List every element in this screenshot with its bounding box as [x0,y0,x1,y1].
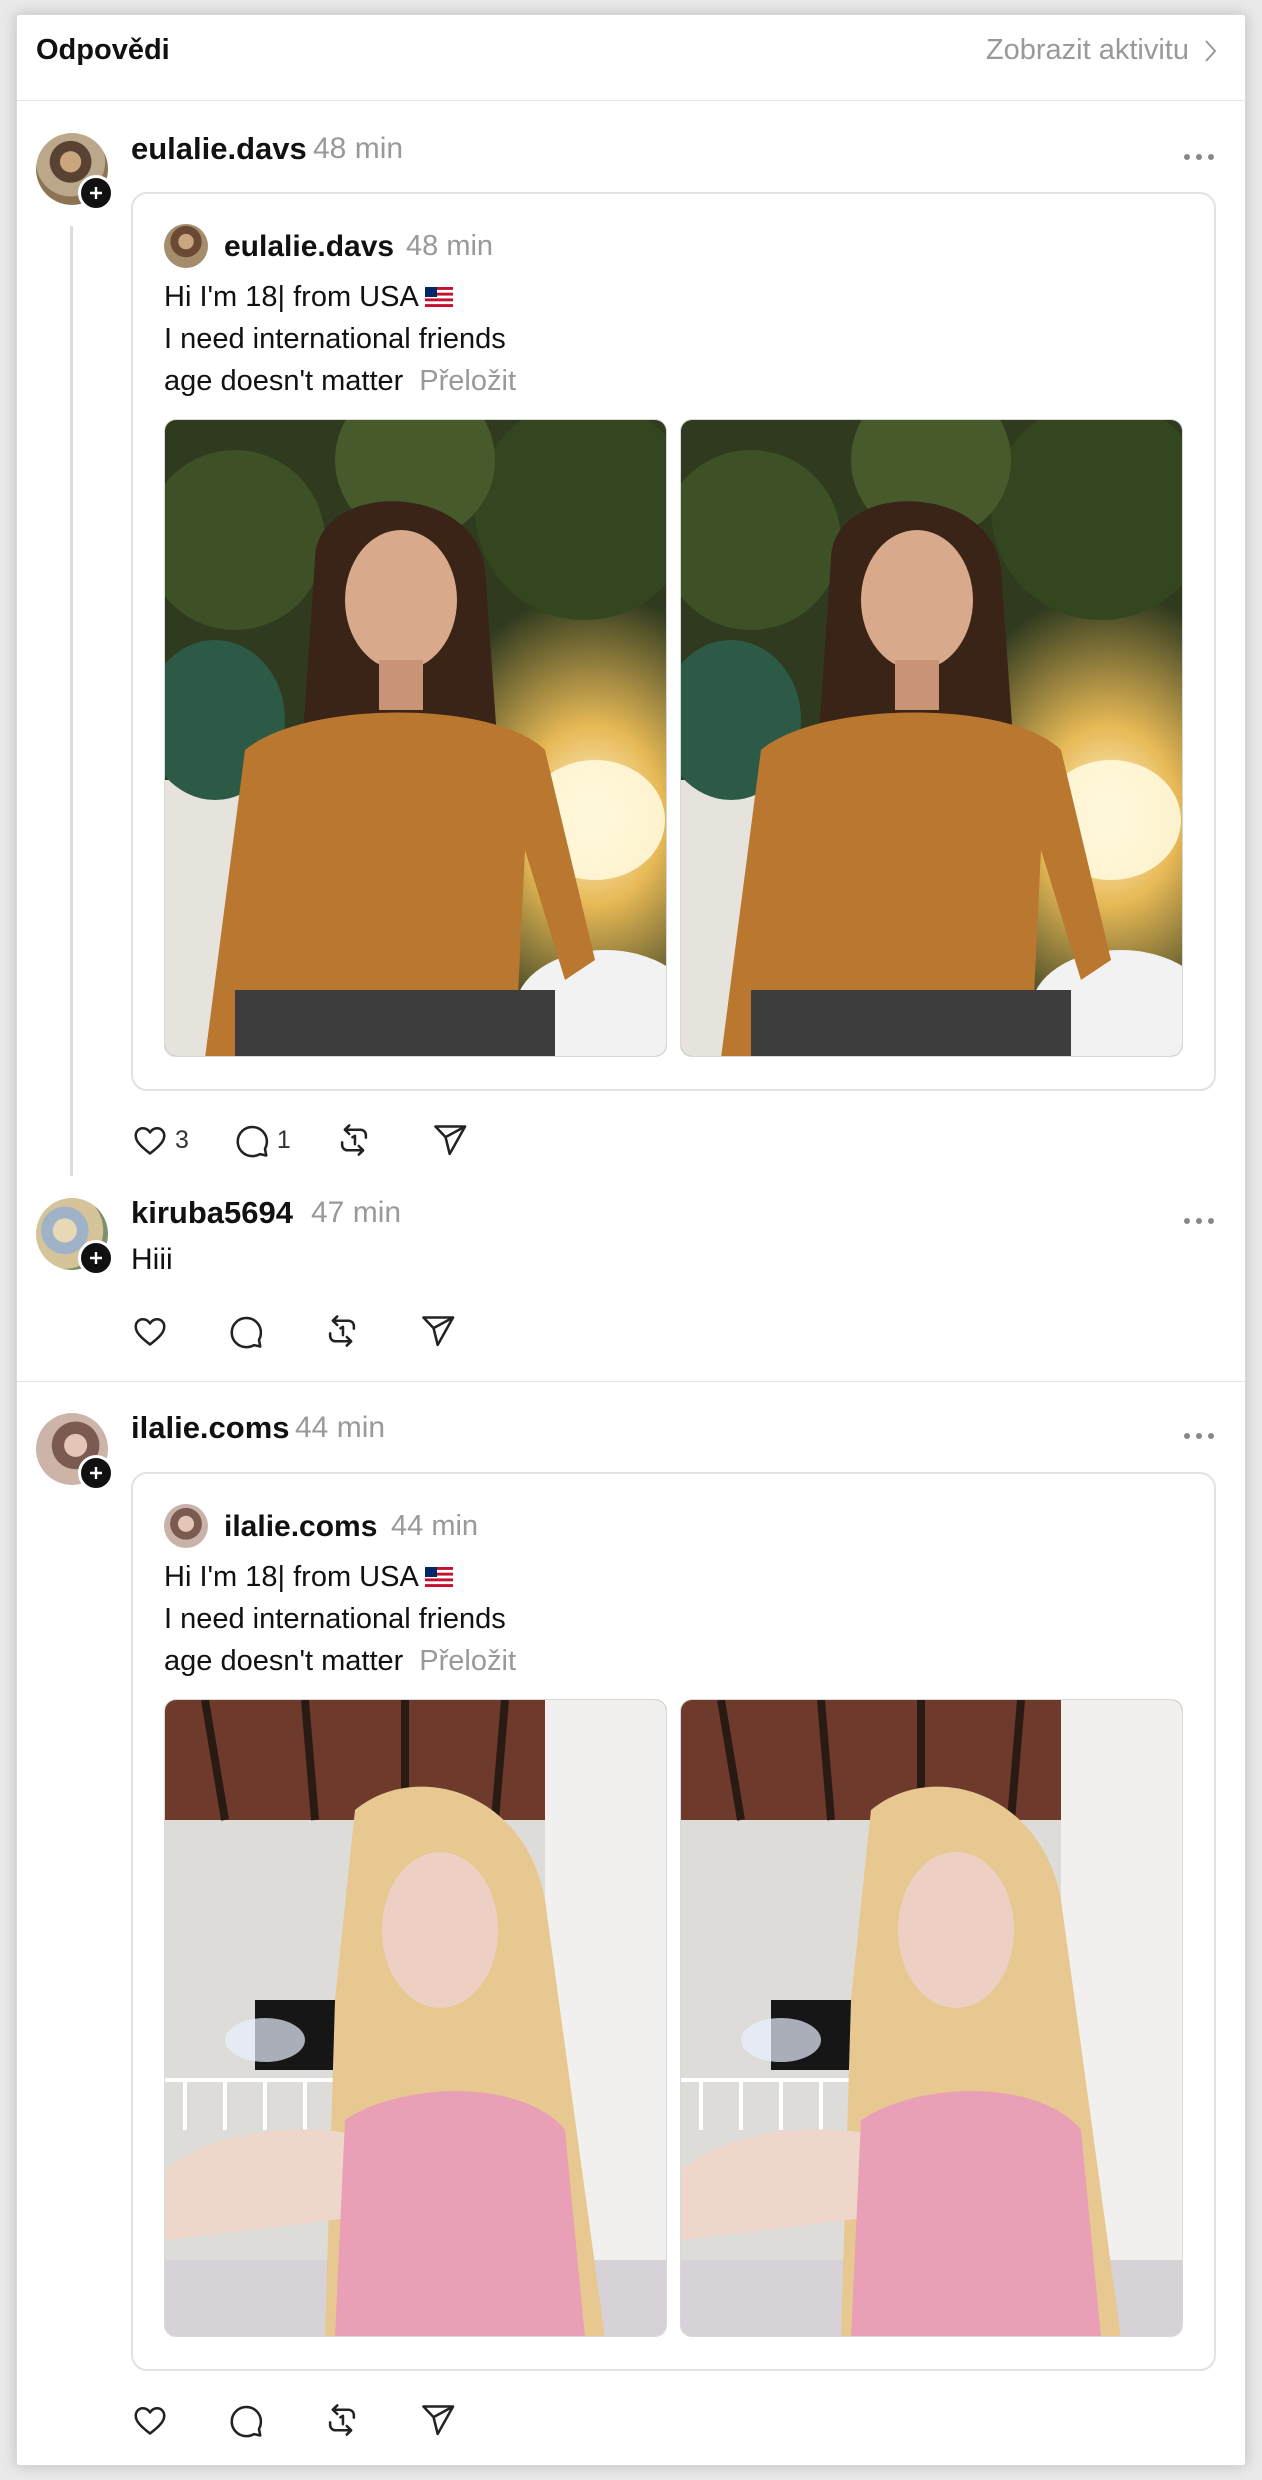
quoted-post[interactable]: eulalie.davs 48 min Hi I'm 18| from USA … [131,192,1216,1091]
reply-text: Hiii [131,1243,173,1276]
comment-bubble-icon [227,2401,265,2439]
repost-icon [323,2401,361,2439]
send-icon [419,2401,457,2439]
post-actions [131,2398,515,2442]
quoted-avatar[interactable] [164,224,208,268]
follow-button[interactable] [78,175,114,211]
post-actions [131,1309,515,1353]
translate-link[interactable]: Přeložit [419,365,516,397]
share-button[interactable] [419,2398,457,2442]
repost-icon [323,1312,361,1350]
replies-panel: Odpovědi Zobrazit aktivitu eulalie.davs … [16,14,1246,2466]
more-dots-icon[interactable] [1179,1211,1219,1231]
share-button[interactable] [419,1309,457,1353]
like-button[interactable] [131,1309,169,1353]
avatar[interactable] [36,1198,114,1276]
quoted-time: 48 min [406,230,494,262]
plus-icon [90,187,102,199]
follow-button[interactable] [78,1240,114,1276]
quoted-avatar[interactable] [164,1504,208,1548]
quoted-post[interactable]: ilalie.coms 44 min Hi I'm 18| from USA I… [131,1472,1216,2371]
quoted-time: 44 min [391,1510,479,1542]
post-photo[interactable] [164,419,667,1057]
view-activity-label: Zobrazit aktivitu [985,34,1189,66]
comment-button[interactable] [227,1309,265,1353]
quoted-text-line: I need international friends [164,323,506,355]
plus-icon [90,1467,102,1479]
send-icon [419,1312,457,1350]
post-photo[interactable] [680,419,1183,1057]
more-dots-icon[interactable] [1179,147,1219,167]
username[interactable]: eulalie.davs [131,131,307,167]
post-photo[interactable] [164,1699,667,2337]
comment-bubble-icon [227,1312,265,1350]
follow-button[interactable] [78,1455,114,1491]
panel-header: Odpovědi Zobrazit aktivitu [17,15,1245,101]
avatar[interactable] [36,1413,114,1491]
comment-bubble-icon [233,1121,271,1159]
post-actions: 3 1 [131,1118,527,1162]
plus-icon [90,1252,102,1264]
quoted-text-line: Hi I'm 18| from USA [164,1561,453,1594]
comment-button[interactable] [227,2398,265,2442]
heart-icon [131,2401,169,2439]
quoted-text-line: Hi I'm 18| from USA [164,281,453,314]
post-time: 44 min [295,1411,386,1444]
post-time: 48 min [313,132,404,165]
quoted-username[interactable]: ilalie.coms [224,1510,377,1544]
us-flag-icon [424,287,453,307]
comment-count: 1 [276,1125,291,1154]
us-flag-icon [424,1567,453,1587]
username[interactable]: ilalie.coms [131,1410,290,1446]
translate-link[interactable]: Přeložit [419,1645,516,1677]
page-title: Odpovědi [36,34,170,66]
quoted-text-line: age doesn't matter Přeložit [164,1645,516,1677]
quoted-text-line: age doesn't matter Přeložit [164,365,516,397]
repost-button[interactable] [335,1118,373,1162]
avatar[interactable] [36,133,114,211]
more-dots-icon[interactable] [1179,1426,1219,1446]
chevron-right-icon [1205,39,1217,62]
quoted-text-line: I need international friends [164,1603,506,1635]
share-button[interactable] [431,1118,469,1162]
heart-icon [131,1312,169,1350]
view-activity-link[interactable]: Zobrazit aktivitu [986,34,1219,67]
username[interactable]: kiruba5694 [131,1195,293,1231]
repost-icon [335,1121,373,1159]
heart-icon [131,1121,169,1159]
comment-button[interactable]: 1 [233,1118,291,1162]
repost-button[interactable] [323,1309,361,1353]
thread-line [70,226,73,1176]
like-button[interactable] [131,2398,169,2442]
repost-button[interactable] [323,2398,361,2442]
post-time: 47 min [311,1196,402,1229]
like-button[interactable]: 3 [131,1118,189,1162]
send-icon [431,1121,469,1159]
post-divider [17,1381,1245,1382]
quoted-username[interactable]: eulalie.davs [224,230,394,264]
like-count: 3 [175,1125,189,1154]
post-photo[interactable] [680,1699,1183,2337]
